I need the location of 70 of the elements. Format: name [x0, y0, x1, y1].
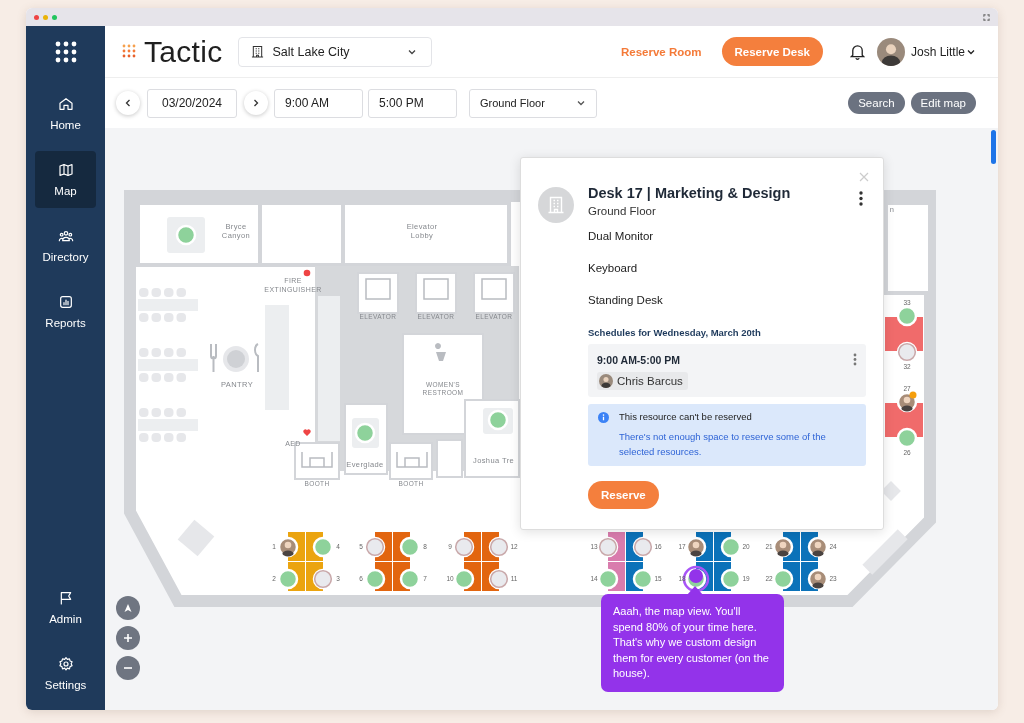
search-button[interactable]: Search	[848, 92, 905, 114]
notice-title: This resource can't be reserved	[619, 411, 753, 422]
map-icon	[57, 162, 74, 178]
building-icon	[547, 196, 565, 214]
logo-icon	[122, 44, 137, 59]
settings-icon	[57, 656, 74, 672]
floor-dropdown[interactable]: Ground Floor	[469, 88, 597, 118]
previous-day-button[interactable]	[116, 91, 140, 115]
tour-tooltip: Aaah, the map view. You'll spend 80% of your time here. That's why we custom design them for every customer (on the house).	[601, 594, 784, 692]
user-avatar	[876, 37, 905, 66]
elevator-shaft	[357, 272, 399, 314]
amenity-item: Dual Monitor	[588, 229, 655, 244]
room-status-dot[interactable]	[175, 224, 197, 246]
info-icon	[598, 412, 609, 423]
chevron-right-icon	[251, 98, 261, 108]
elevator-shaft	[473, 272, 515, 314]
person-avatar	[599, 374, 613, 388]
sidebar-item[interactable]: Reports	[35, 283, 96, 340]
date-field[interactable]: 03/20/2024	[147, 88, 237, 118]
zoom-out-button[interactable]	[116, 656, 140, 680]
pantry-icon	[210, 343, 259, 373]
scrollbar-thumb[interactable]	[991, 130, 996, 164]
edit-map-button[interactable]: Edit map	[910, 92, 976, 114]
sidebar-item[interactable]: Map	[35, 151, 96, 208]
sidebar-item[interactable]: Directory	[35, 217, 96, 274]
app-menu-icon[interactable]	[54, 41, 77, 63]
fire-extinguisher-icon	[303, 269, 311, 277]
bell-icon[interactable]	[848, 43, 866, 60]
elevator-shaft	[415, 272, 457, 314]
booth-icon	[396, 451, 428, 468]
building-icon	[250, 45, 264, 58]
sidebar-item[interactable]: Settings	[35, 645, 96, 702]
people-icon	[57, 228, 74, 244]
amenity-item: Keyboard	[588, 261, 639, 276]
booth-icon	[301, 451, 333, 468]
fullscreen-icon[interactable]	[983, 13, 990, 21]
room-status-dot[interactable]	[487, 409, 509, 431]
more-options-icon[interactable]	[859, 191, 863, 206]
sidebar-item[interactable]: Home	[35, 85, 96, 142]
navigation-arrow-icon	[123, 603, 133, 613]
person-chip[interactable]: Chris Barcus	[597, 372, 688, 390]
user-menu[interactable]: Josh Little	[910, 44, 976, 59]
window-close-icon[interactable]	[34, 14, 39, 20]
desk-seat[interactable]	[632, 536, 654, 558]
end-time-field[interactable]: 5:00 PM	[368, 88, 457, 118]
start-time-field[interactable]: 9:00 AM	[274, 88, 363, 118]
sidebar-item[interactable]: Admin	[35, 579, 96, 636]
elevator-icon	[423, 278, 449, 300]
amenity-item: Standing Desk	[588, 293, 664, 308]
heart-icon	[303, 429, 311, 436]
home-icon	[57, 96, 74, 112]
next-day-button[interactable]	[244, 91, 268, 115]
app-logo: Tactic	[144, 34, 223, 69]
schedule-heading: Schedules for Wednesday, March 20th	[588, 327, 762, 338]
location-dropdown[interactable]: Salt Lake City	[237, 36, 432, 67]
chevron-left-icon	[123, 98, 133, 108]
schedule-time: 9:00 AM-5:00 PM	[597, 353, 681, 366]
window-maximize-icon[interactable]	[52, 14, 57, 20]
recenter-button[interactable]	[116, 596, 140, 620]
desk-title: Desk 17 | Marketing & Design	[588, 185, 791, 201]
woman-icon	[435, 343, 446, 361]
chart-icon	[57, 294, 74, 310]
elevator-icon	[365, 278, 391, 300]
chevron-down-icon	[576, 98, 586, 108]
notice-message: There's not enough space to reserve some of the selected resources.	[619, 430, 827, 459]
elevator-icon	[481, 278, 507, 300]
zoom-in-button[interactable]	[116, 626, 140, 650]
plus-icon	[123, 633, 133, 643]
room-status-dot[interactable]	[354, 422, 376, 444]
floor-label: Ground Floor	[588, 205, 657, 217]
